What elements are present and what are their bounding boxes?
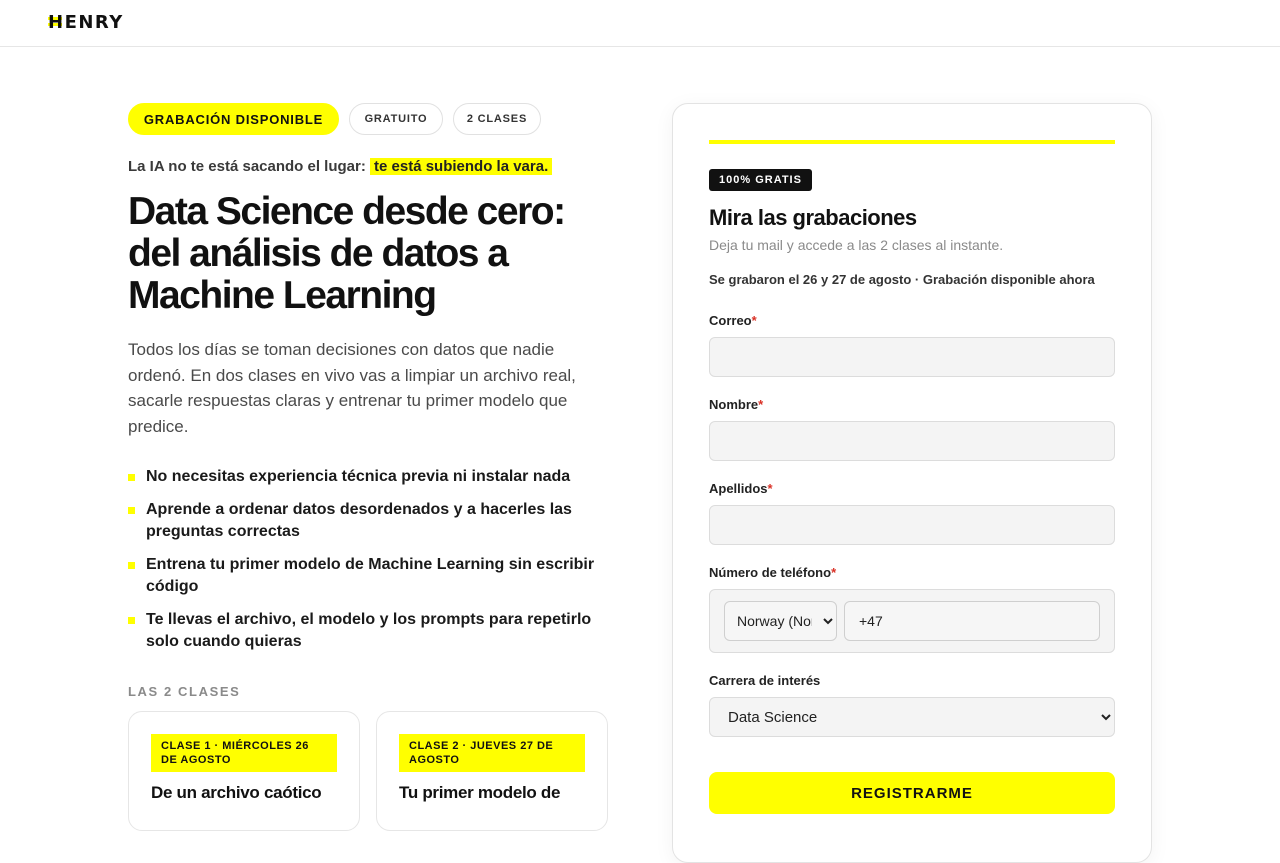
phone-label: Número de teléfono* [709, 565, 837, 580]
bullet-square-icon [128, 507, 135, 514]
hero-description: Todos los días se toman decisiones con d… [128, 340, 576, 436]
register-button[interactable]: REGISTRARME [709, 772, 1115, 814]
pill-row: GRABACIÓN DISPONIBLE GRATUITO 2 CLASES [128, 103, 608, 135]
last-name-label: Apellidos* [709, 481, 773, 496]
email-label: Correo* [709, 313, 757, 328]
bullet-square-icon [128, 617, 135, 624]
registration-form-card: 100% GRATIS Mira las grabaciones Deja tu… [672, 103, 1152, 863]
class-date-tag: CLASE 2 · JUEVES 27 DE AGOSTO [399, 734, 585, 772]
email-field[interactable] [709, 337, 1115, 377]
pill-free: GRATUITO [349, 103, 443, 135]
career-label: Carrera de interés [709, 673, 821, 688]
hero-kicker: La IA no te está sacando el lugar: te es… [128, 157, 608, 177]
first-name-field[interactable] [709, 421, 1115, 461]
phone-country-select[interactable]: Norway (Norge) [724, 601, 837, 641]
recording-note: Se grabaron el 26 y 27 de agosto · Graba… [709, 272, 1095, 287]
list-item: Aprende a ordenar datos desordenados y a… [128, 499, 608, 543]
pill-recording-available: GRABACIÓN DISPONIBLE [128, 103, 339, 135]
class-title: Tu primer modelo de [399, 783, 561, 802]
last-name-field[interactable] [709, 505, 1115, 545]
benefit-list: No necesitas experiencia técnica previa … [128, 466, 608, 664]
free-badge: 100% GRATIS [709, 169, 812, 191]
class-card-2[interactable]: CLASE 2 · JUEVES 27 DE AGOSTO Tu primer … [376, 711, 608, 831]
henry-logo[interactable]: HENRY [48, 13, 124, 33]
logo-stripes-icon [48, 17, 62, 29]
accent-bar [709, 140, 1115, 144]
pill-two-classes: 2 CLASES [453, 103, 541, 135]
kicker-highlight: te está subiendo la vara. [370, 158, 553, 175]
form-title: Mira las grabaciones [709, 205, 917, 230]
phone-field-group: Norway (Norge) [709, 589, 1115, 653]
required-mark: * [767, 481, 773, 496]
bullet-square-icon [128, 562, 135, 569]
bullet-square-icon [128, 474, 135, 481]
kicker-text: La IA no te está sacando el lugar: [128, 158, 366, 175]
list-item: No necesitas experiencia técnica previa … [128, 466, 608, 488]
class-title: De un archivo caótico [151, 783, 322, 802]
class-date-tag: CLASE 1 · MIÉRCOLES 26 DE AGOSTO [151, 734, 337, 772]
required-mark: * [831, 565, 837, 580]
top-bar: HENRY [0, 0, 1280, 47]
list-item: Entrena tu primer modelo de Machine Lear… [128, 554, 608, 598]
required-mark: * [758, 397, 764, 412]
career-select[interactable]: Data Science [709, 697, 1115, 737]
phone-number-field[interactable] [844, 601, 1100, 641]
class-card-1[interactable]: CLASE 1 · MIÉRCOLES 26 DE AGOSTO De un a… [128, 711, 360, 831]
form-subtitle: Deja tu mail y accede a las 2 clases al … [709, 237, 1004, 253]
list-item: Te llevas el archivo, el modelo y los pr… [128, 609, 608, 653]
required-mark: * [751, 313, 757, 328]
first-name-label: Nombre* [709, 397, 764, 412]
classes-section-label: LAS 2 CLASES [128, 684, 241, 699]
page-title: Data Science desde cero: del análisis de… [128, 190, 566, 317]
